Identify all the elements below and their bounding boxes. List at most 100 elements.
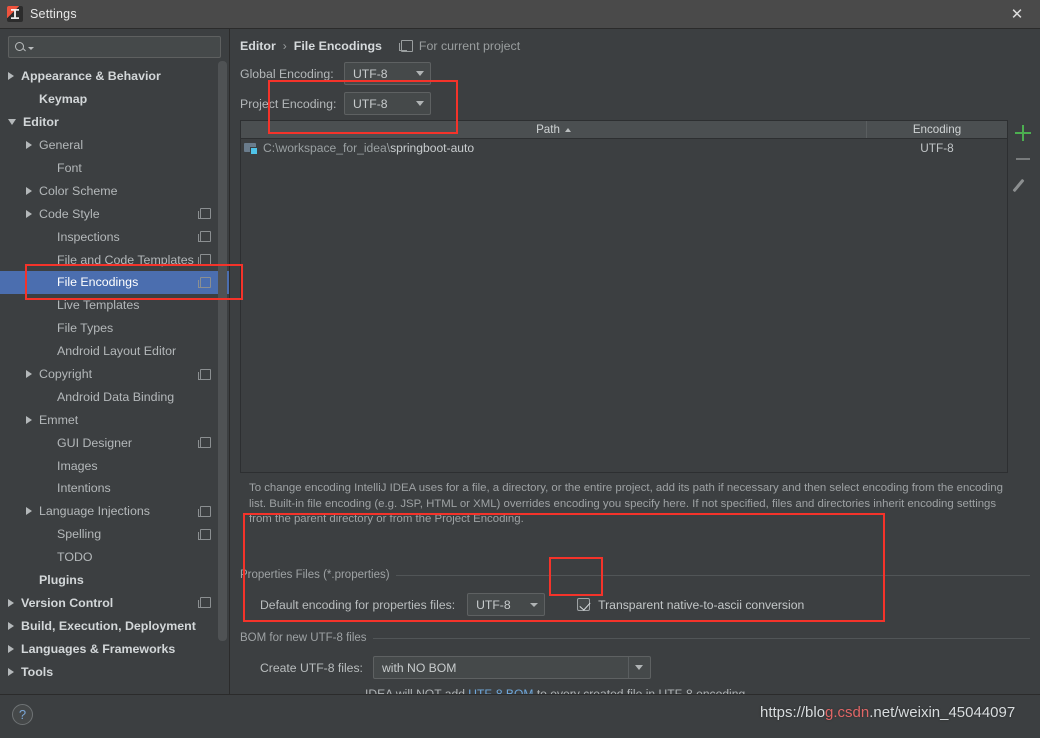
sidebar-item-languages-frameworks[interactable]: Languages & Frameworks [0, 637, 229, 660]
breadcrumb-separator-icon: › [282, 39, 287, 53]
sidebar-item-android-data-binding[interactable]: Android Data Binding [0, 385, 229, 408]
project-settings-badge-icon [198, 254, 211, 266]
sidebar-scrollbar[interactable] [218, 61, 227, 641]
sidebar-item-intentions[interactable]: Intentions [0, 477, 229, 500]
project-settings-badge-icon [198, 505, 211, 517]
sidebar-item-code-style[interactable]: Code Style [0, 202, 229, 225]
chevron-down-icon[interactable] [8, 119, 16, 126]
properties-encoding-dropdown[interactable]: UTF-8 [467, 593, 546, 616]
help-button[interactable]: ? [12, 704, 33, 725]
sidebar-item-editor[interactable]: Editor [0, 111, 229, 134]
sidebar-item-todo[interactable]: TODO [0, 546, 229, 569]
sidebar-item-label: File Types [57, 321, 114, 336]
sidebar-item-label: Font [57, 161, 82, 175]
table-row[interactable]: C:\workspace_for_idea\springboot-auto UT… [241, 139, 1007, 157]
sidebar-item-label: Language Injections [39, 504, 150, 519]
create-utf8-row: Create UTF-8 files: with NO BOM [240, 656, 1030, 679]
sidebar-item-label: Plugins [39, 573, 84, 588]
search-input[interactable] [34, 41, 220, 53]
create-utf8-value: with NO BOM [381, 660, 457, 675]
sidebar-item-file-types[interactable]: File Types [0, 317, 229, 340]
search-box[interactable] [8, 36, 221, 58]
sidebar-item-tools[interactable]: Tools [0, 660, 229, 683]
divider [395, 574, 1030, 576]
search-container [0, 29, 229, 62]
path-prefix: C:\workspace_for_idea\ [263, 141, 391, 155]
sidebar-item-general[interactable]: General [0, 134, 229, 157]
sidebar-item-plugins[interactable]: Plugins [0, 569, 229, 592]
project-encoding-label: Project Encoding: [240, 96, 337, 111]
sidebar-item-spelling[interactable]: Spelling [0, 523, 229, 546]
sidebar-item-live-templates[interactable]: Live Templates [0, 294, 229, 317]
sidebar-item-language-injections[interactable]: Language Injections [0, 500, 229, 523]
properties-files-group-label: Properties Files (*.properties) [240, 569, 390, 581]
encodings-table[interactable]: Path Encoding C:\workspace_for_idea\spri… [240, 120, 1008, 473]
sidebar-item-build-execution-deployment[interactable]: Build, Execution, Deployment [0, 614, 229, 637]
sidebar-item-label: Intentions [57, 481, 111, 496]
sidebar-item-images[interactable]: Images [0, 454, 229, 477]
plus-icon[interactable] [1010, 120, 1036, 146]
sidebar-item-file-encodings[interactable]: File Encodings [0, 271, 229, 294]
sidebar-item-keymap[interactable]: Keymap [0, 88, 229, 111]
watermark-part-3: .net/weixin_45044097 [869, 704, 1016, 721]
settings-tree[interactable]: Appearance & Behavior Keymap Editor General… [0, 65, 229, 683]
sidebar-item-emmet[interactable]: Emmet [0, 408, 229, 431]
transparent-conversion-checkbox[interactable] [577, 598, 591, 611]
chevron-right-icon[interactable] [8, 598, 14, 607]
project-settings-badge-icon [198, 597, 211, 609]
pencil-icon[interactable] [1010, 172, 1036, 198]
breadcrumb-parent[interactable]: Editor [240, 39, 276, 53]
properties-files-group-title: Properties Files (*.properties) [240, 569, 1030, 581]
sidebar-item-label: Version Control [21, 595, 114, 610]
sidebar-item-label: Emmet [39, 412, 79, 427]
table-cell-encoding[interactable]: UTF-8 [867, 141, 1007, 155]
chevron-right-icon[interactable] [26, 186, 32, 195]
create-utf8-dropdown[interactable]: with NO BOM [372, 656, 651, 679]
project-encoding-dropdown[interactable]: UTF-8 [344, 92, 431, 115]
project-settings-badge-icon [198, 231, 211, 243]
minus-icon[interactable] [1010, 146, 1036, 172]
chevron-right-icon[interactable] [8, 644, 14, 653]
sidebar-item-copyright[interactable]: Copyright [0, 363, 229, 386]
chevron-right-icon[interactable] [8, 667, 14, 676]
chevron-right-icon[interactable] [26, 141, 32, 150]
sidebar-item-font[interactable]: Font [0, 157, 229, 180]
create-utf8-label: Create UTF-8 files: [260, 660, 363, 675]
sidebar-item-label: Copyright [39, 367, 93, 382]
transparent-conversion-label: Transparent native-to-ascii conversion [598, 597, 805, 612]
breadcrumb-current: File Encodings [293, 39, 382, 53]
properties-files-group: Properties Files (*.properties) Default … [240, 569, 1030, 616]
path-name: springboot-auto [390, 141, 475, 155]
sidebar-item-android-layout-editor[interactable]: Android Layout Editor [0, 340, 229, 363]
intellij-idea-icon [7, 6, 23, 22]
sidebar-item-color-scheme[interactable]: Color Scheme [0, 179, 229, 202]
sidebar-item-label: Color Scheme [39, 183, 118, 198]
column-header-path[interactable]: Path [241, 121, 867, 138]
sort-ascending-icon [564, 127, 571, 132]
close-icon[interactable]: ✕ [994, 0, 1040, 28]
sidebar-item-version-control[interactable]: Version Control [0, 591, 229, 614]
project-encoding-value: UTF-8 [353, 96, 388, 111]
bom-group-label: BOM for new UTF-8 files [240, 632, 367, 644]
settings-content: Editor › File Encodings For current proj… [231, 29, 1040, 701]
sidebar-item-gui-designer[interactable]: GUI Designer [0, 431, 229, 454]
sidebar-item-label: Spelling [57, 527, 102, 542]
global-encoding-dropdown[interactable]: UTF-8 [344, 62, 431, 85]
sidebar-item-appearance-behavior[interactable]: Appearance & Behavior [0, 65, 229, 88]
sidebar-item-inspections[interactable]: Inspections [0, 225, 229, 248]
chevron-right-icon[interactable] [26, 507, 32, 516]
global-encoding-label: Global Encoding: [240, 66, 334, 81]
default-properties-encoding-row: Default encoding for properties files: U… [240, 593, 1030, 616]
chevron-right-icon[interactable] [26, 415, 32, 424]
chevron-down-icon[interactable] [627, 657, 650, 678]
sidebar-item-label: File Encodings [57, 275, 139, 290]
chevron-right-icon[interactable] [26, 370, 32, 379]
chevron-right-icon[interactable] [26, 209, 32, 218]
sidebar-item-label: General [39, 138, 84, 153]
chevron-down-icon [416, 101, 424, 106]
sidebar-item-file-and-code-templates[interactable]: File and Code Templates [0, 248, 229, 271]
chevron-right-icon[interactable] [8, 621, 14, 630]
column-header-encoding[interactable]: Encoding [867, 121, 1007, 138]
module-folder-icon [244, 142, 258, 155]
chevron-right-icon[interactable] [8, 72, 14, 81]
